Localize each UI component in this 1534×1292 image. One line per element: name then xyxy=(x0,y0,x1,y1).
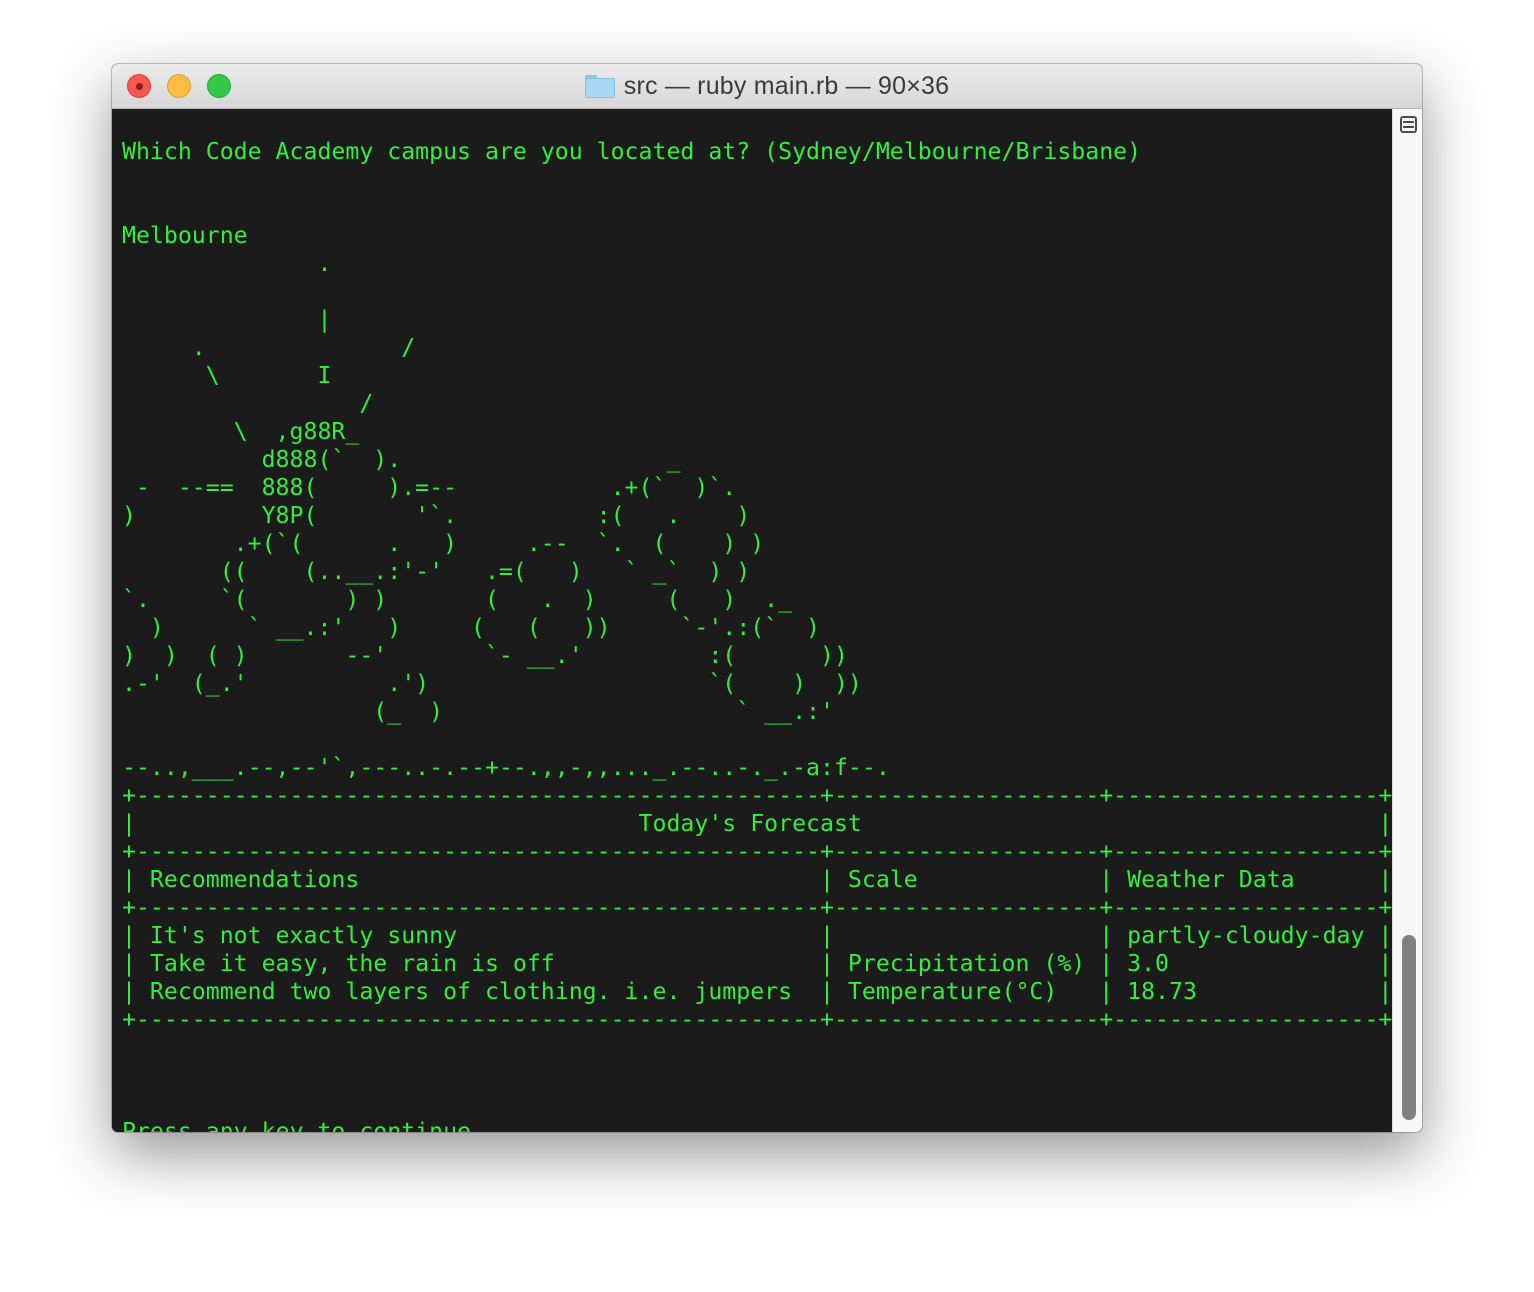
terminal-line: .+(`( . ) .-- `. ( ) ) xyxy=(122,529,765,557)
terminal-line: --..,___.--,--'`,---..-.--+--.,,-,,..._.… xyxy=(122,753,890,781)
terminal-line: ) Y8P( '`. :( . ) xyxy=(122,501,751,529)
terminal-line: | Take it easy, the rain is off | Precip… xyxy=(122,949,1393,977)
split-pane-icon[interactable] xyxy=(1400,116,1417,133)
scrollbar-thumb[interactable] xyxy=(1402,935,1416,1120)
terminal-line: | It's not exactly sunny | | partly-clou… xyxy=(122,921,1393,949)
terminal-line: / xyxy=(122,389,374,417)
terminal-line: | Recommend two layers of clothing. i.e.… xyxy=(122,977,1393,1005)
terminal-line: Press any key to continue xyxy=(122,1117,472,1132)
terminal-line: \ I xyxy=(122,361,332,389)
terminal-line: | Today's Forecast | xyxy=(122,809,1393,837)
terminal-line: `. `( ) ) ( . ) ( ) ._ xyxy=(122,585,793,613)
terminal-line: (( (..__.:'-' .=( ) ` _` ) ) xyxy=(122,557,751,585)
terminal-line: d888(` ). _ xyxy=(122,445,681,473)
terminal-line: Melbourne xyxy=(122,221,248,249)
terminal-line: +---------------------------------------… xyxy=(122,837,1393,865)
terminal-line: (_ ) ` __.:' xyxy=(122,697,834,725)
terminal-line: | Recommendations | Scale | Weather Data… xyxy=(122,865,1393,893)
terminal-line: +---------------------------------------… xyxy=(122,781,1393,809)
terminal-output[interactable]: Which Code Academy campus are you locate… xyxy=(112,109,1392,1132)
folder-icon xyxy=(584,75,615,98)
terminal-line: \ ,g88R_ xyxy=(122,417,360,445)
terminal-line: .-' (_.' .') `( ) )) xyxy=(122,669,862,697)
terminal-line: Which Code Academy campus are you locate… xyxy=(122,137,1142,165)
title-bar[interactable]: src — ruby main.rb — 90×36 xyxy=(112,64,1422,109)
terminal-line: - --== 888( ).=-- .+(` )`. xyxy=(122,473,737,501)
terminal-line: +---------------------------------------… xyxy=(122,1005,1393,1033)
terminal-line: | xyxy=(122,305,332,333)
terminal-line: . / xyxy=(122,333,416,361)
terminal-line: . xyxy=(122,249,332,277)
terminal-window: src — ruby main.rb — 90×36 Which Code Ac… xyxy=(112,64,1422,1132)
terminal-line: ) ) ( ) --' `- __.' :( )) xyxy=(122,641,848,669)
terminal-scrollbar[interactable] xyxy=(1392,109,1422,1132)
window-title: src — ruby main.rb — 90×36 xyxy=(623,72,950,100)
terminal-line: +---------------------------------------… xyxy=(122,893,1393,921)
terminal-line: ) ` __.:' ) ( ( )) `-'.:(` ) xyxy=(122,613,821,641)
window-title-group: src — ruby main.rb — 90×36 xyxy=(112,64,1422,109)
